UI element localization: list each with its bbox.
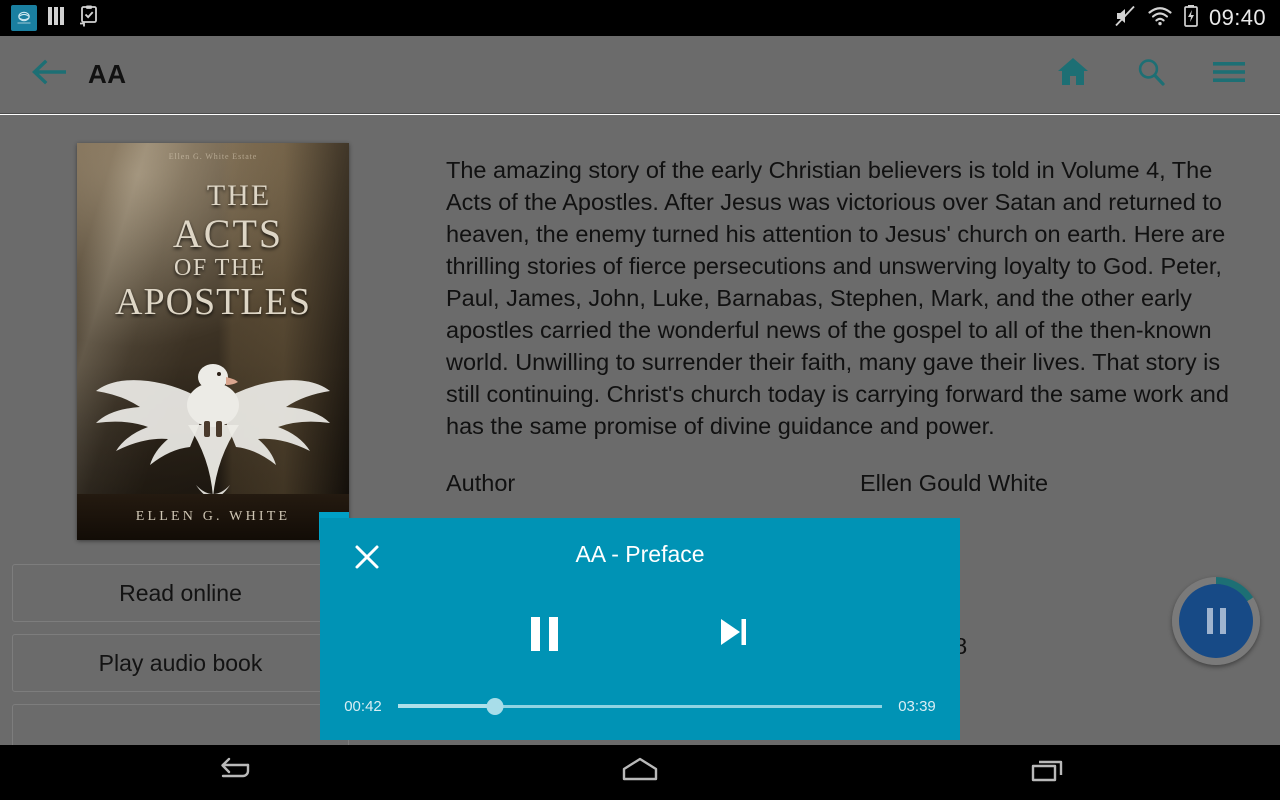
status-bar-clock: 09:40 [1208,5,1266,30]
menu-button[interactable] [1212,58,1246,92]
app-badge-icon [11,5,37,31]
nav-back-icon [212,755,252,790]
book-description: The amazing story of the early Christian… [446,157,1229,439]
player-track-title: AA - Preface [575,541,705,567]
nav-home-button[interactable] [531,745,749,800]
cover-author: ELLEN G. WHITE [135,509,291,524]
app-screen: 09:40 AA Ellen G. White Estate THE ACTS … [0,0,1280,800]
search-button[interactable] [1134,58,1168,92]
player-transport-controls [320,606,960,662]
status-bar: 09:40 [0,0,1280,36]
read-online-label: Read online [119,579,242,606]
player-seek-row: 00:42 03:39 [320,694,960,718]
read-online-button[interactable]: Read online [12,564,349,622]
system-navigation-bar [0,745,1280,800]
book-cover-image: Ellen G. White Estate THE ACTS OF THE AP… [77,143,349,540]
seek-progress [398,704,495,708]
player-seek-bar[interactable] [398,697,882,715]
back-arrow-icon [30,57,68,92]
cover-dove-icon [88,333,338,518]
play-audio-book-button[interactable]: Play audio book [12,634,349,692]
status-bar-system: 09:40 [1113,4,1280,33]
metadata-value: Ellen Gould White [860,469,1049,496]
metadata-row: Author Ellen Gould White [446,460,1258,506]
player-next-button[interactable] [716,615,750,654]
home-icon [1056,56,1090,93]
menu-icon [1212,59,1246,90]
cover-title-line1: THE [206,179,272,212]
player-pause-button[interactable] [530,617,558,651]
audio-player-dialog: AA - Preface 00:42 03:39 [320,518,960,740]
cover-footer: ELLEN G. WHITE [77,494,349,540]
action-bar: AA [0,36,1280,114]
page-title: AA [88,59,127,89]
nav-back-button[interactable] [123,745,341,800]
battery-charging-icon [1183,4,1199,33]
back-button[interactable] [0,57,88,92]
play-audio-book-label: Play audio book [98,649,263,676]
clipboard-check-icon [77,4,101,33]
player-duration: 03:39 [898,697,936,715]
metadata-key: Author [446,469,516,496]
seek-thumb[interactable] [486,697,504,715]
wifi-icon [1147,5,1173,32]
cover-publisher: Ellen G. White Estate [168,152,258,161]
cover-title: THE ACTS OF THE APOSTLES [77,179,349,324]
search-icon [1135,56,1167,93]
nav-home-icon [618,755,662,790]
cover-title-line3: OF THE [174,255,266,281]
action-bar-actions [1056,58,1280,92]
nav-recents-button[interactable] [939,745,1157,800]
floating-play-pause-button[interactable] [1172,577,1260,665]
nav-recents-icon [1028,755,1068,790]
library-bars-icon [46,4,68,33]
pause-icon [530,617,558,651]
player-elapsed-time: 00:42 [344,697,382,715]
fab-inner-circle [1179,584,1253,658]
cover-title-line2: ACTS [172,211,284,256]
home-button[interactable] [1056,58,1090,92]
status-bar-notifications [0,4,101,33]
skip-next-icon [716,615,750,654]
pause-icon [1206,608,1226,634]
volume-muted-icon [1113,4,1137,33]
cover-title-line4: APOSTLES [115,281,311,323]
